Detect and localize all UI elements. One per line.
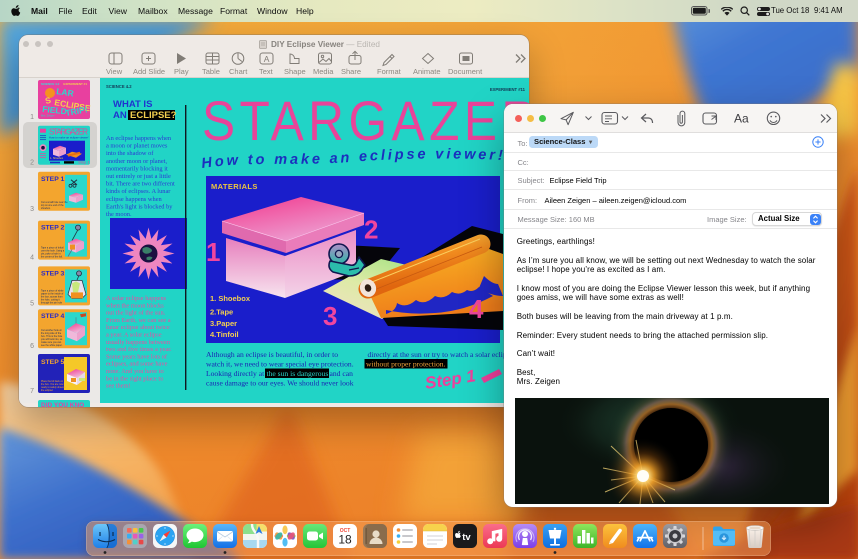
svg-text:An eclipse happens when: An eclipse happens when a moon or planet… — [106, 135, 189, 218]
svg-text:STEP 1:: STEP 1: — [41, 176, 67, 183]
svg-text:1. Shoebox: 1. Shoebox — [210, 294, 251, 303]
svg-text:STEP 3:: STEP 3: — [41, 270, 67, 277]
svg-text:A solar eclipse happens: A solar eclipse happens when the moon bl… — [106, 295, 186, 390]
svg-text:see the white paper.: see the white paper. — [41, 344, 63, 347]
svg-text:1: 1 — [206, 237, 220, 267]
svg-text:Although an eclipse is beautif: Although an eclipse is beautiful, in ord… — [206, 350, 338, 359]
svg-text:4: 4 — [469, 294, 484, 324]
svg-text:7: 7 — [30, 388, 34, 395]
svg-text:1. Shoebox: 1. Shoebox — [50, 156, 64, 160]
svg-text:and can: and can — [330, 369, 354, 378]
svg-text:STEP 5:: STEP 5: — [41, 359, 67, 366]
svg-text:watch it, we need to wear spec: watch it, we need to wear special eye pr… — [206, 360, 354, 369]
svg-text:SCIENCE 4.2: SCIENCE 4.2 — [106, 84, 132, 89]
svg-text:tv: tv — [462, 532, 471, 543]
svg-text:3.Paper: 3.Paper — [210, 319, 237, 328]
svg-text:DID YOU KNO: DID YOU KNO — [41, 402, 84, 407]
svg-text:Step 1: Step 1 — [78, 160, 90, 165]
svg-text:2: 2 — [30, 160, 34, 167]
svg-text:WHAT IS: WHAT IS — [113, 99, 152, 110]
svg-text:2: 2 — [364, 215, 378, 245]
svg-text:Aa: Aa — [734, 112, 749, 126]
svg-text:18: 18 — [338, 533, 352, 547]
svg-text:4: 4 — [30, 255, 34, 262]
svg-text:AN: AN — [113, 110, 127, 121]
svg-text:2.Tape: 2.Tape — [210, 308, 233, 317]
svg-text:1: 1 — [30, 114, 34, 121]
svg-text:STEP 4:: STEP 4: — [41, 313, 67, 320]
svg-text:5: 5 — [30, 300, 34, 307]
svg-text:EXPERIMENT #1: EXPERIMENT #1 — [63, 82, 87, 86]
svg-text:ECLIPSE?: ECLIPSE? — [130, 110, 177, 121]
svg-text:the center of the foil.: the center of the foil. — [41, 256, 63, 259]
svg-text:STEP 2:: STEP 2: — [41, 225, 67, 232]
svg-text:4.Tinfoil: 4.Tinfoil — [210, 330, 239, 339]
svg-text:Looking directly at: Looking directly at — [206, 369, 265, 378]
svg-text:cause damage to our eyes. We s: cause damage to our eyes. We should neve… — [206, 379, 354, 388]
svg-text:STARGAZER: STARGAZER — [202, 90, 529, 153]
svg-text:through the pin hole: through the pin hole — [41, 301, 63, 304]
svg-text:without proper protection.: without proper protection. — [366, 360, 446, 369]
svg-text:3: 3 — [30, 206, 34, 213]
svg-text:6: 6 — [30, 343, 34, 350]
svg-text:3: 3 — [323, 301, 337, 331]
svg-text:the eclipse!: the eclipse! — [41, 389, 53, 392]
svg-text:A: A — [264, 54, 270, 64]
svg-text:How to make an eclipse viewer!: How to make an eclipse viewer! — [49, 136, 89, 140]
svg-text:Step 1: Step 1 — [424, 366, 477, 393]
svg-text:Mrs. Zeigen: Mrs. Zeigen — [41, 114, 55, 118]
svg-text:shoebox.: shoebox. — [41, 207, 51, 210]
svg-text:directly at the sun or try to: directly at the sun or try to watch a so… — [368, 350, 507, 359]
svg-text:MATERIALS: MATERIALS — [211, 182, 258, 191]
svg-text:the sun is dangerous: the sun is dangerous — [267, 369, 329, 378]
